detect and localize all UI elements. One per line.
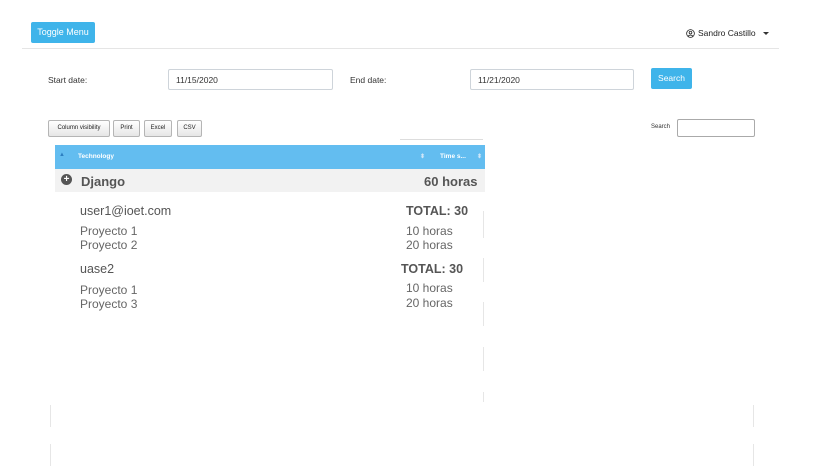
sort-icon[interactable]: ⬍ [477,153,482,160]
user-menu[interactable]: Sandro Castillo [686,27,769,39]
user-total: TOTAL: 30 [406,204,469,218]
csv-button[interactable]: CSV [177,120,202,137]
print-button[interactable]: Print [113,120,140,137]
column-technology[interactable]: Technology [78,153,114,160]
row-edge [483,392,484,402]
project-hours: 20 horas [406,238,453,252]
user-total: TOTAL: 30 [401,262,464,276]
row-edge [483,211,484,238]
user-email: user1@ioet.com [80,204,172,218]
row-edge [483,347,484,371]
scroll-divider [400,139,483,140]
row-edge [483,302,484,326]
user-name: Sandro Castillo [698,28,756,38]
column-visibility-button[interactable]: Column visibility [48,120,110,137]
row-edge [483,258,484,282]
user-circle-icon [686,28,695,38]
header-divider [22,48,779,49]
project-name: Proyecto 3 [80,297,138,311]
user-email: uase2 [80,262,115,276]
project-hours: 20 horas [406,296,453,310]
search-button[interactable]: Search [651,68,692,89]
end-date-label: End date: [350,75,387,85]
project-name: Proyecto 1 [80,283,138,297]
start-date-input[interactable] [168,69,333,90]
project-name: Proyecto 2 [80,238,138,252]
toggle-menu-button[interactable]: Toggle Menu [31,22,95,43]
plus-circle-icon[interactable]: + [61,174,72,185]
project-hours: 10 horas [406,281,453,295]
project-name: Proyecto 1 [80,224,138,238]
start-date-label: Start date: [48,75,88,85]
sort-asc-icon[interactable]: ▲ [59,152,65,158]
end-date-input[interactable] [470,69,634,90]
row-edge [753,405,754,427]
table-search-label: Search [651,124,671,130]
group-name: Django [81,174,126,189]
caret-down-icon [762,31,769,35]
sort-icon[interactable]: ⬍ [420,153,425,160]
table-search-input[interactable] [677,119,755,137]
column-time[interactable]: Time s... [440,153,466,160]
project-hours: 10 horas [406,224,453,238]
group-total: 60 horas [424,174,478,189]
row-edge [753,444,754,466]
excel-button[interactable]: Excel [144,120,172,137]
table-header: ▲ Technology ⬍ Time s... ⬍ [55,145,485,169]
row-edge [50,405,51,427]
group-row[interactable]: + Django 60 horas [55,169,485,192]
row-edge [50,444,51,466]
